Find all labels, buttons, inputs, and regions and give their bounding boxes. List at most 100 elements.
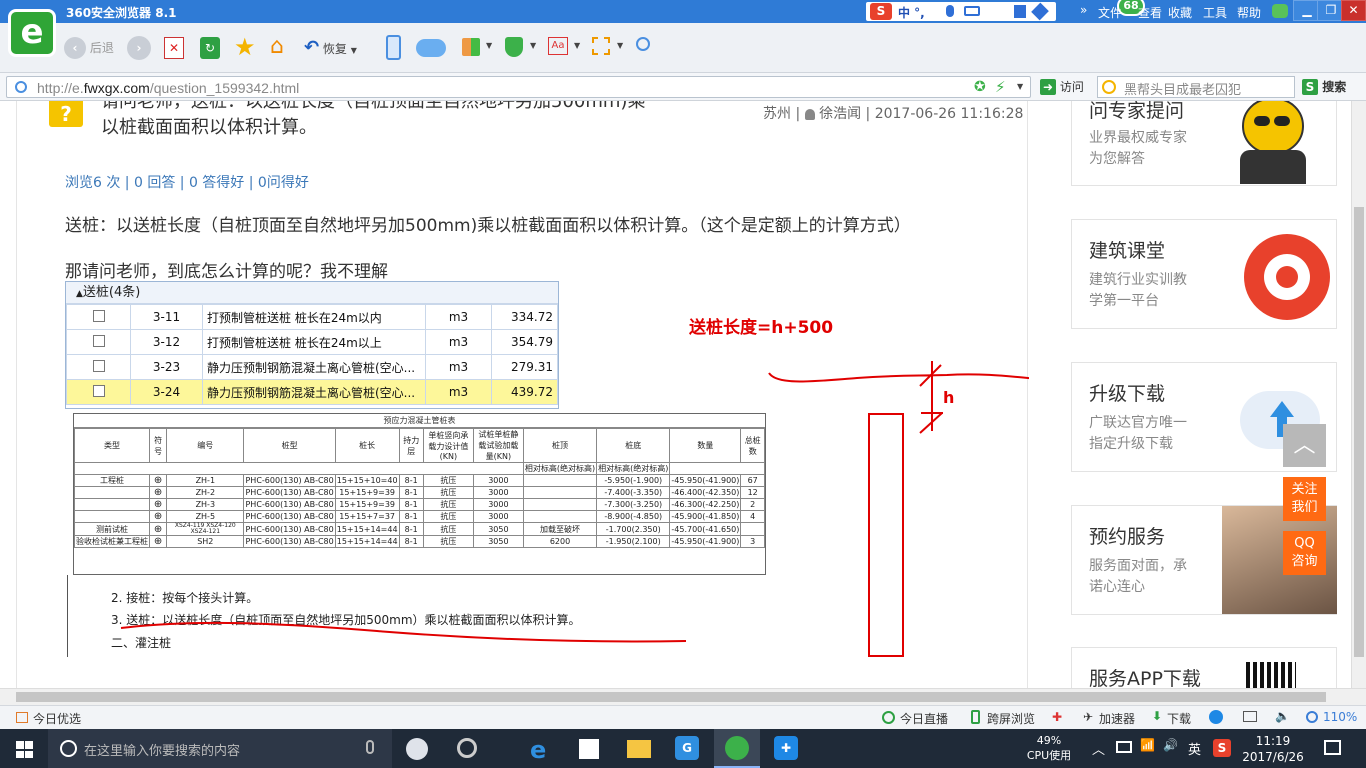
visit-label: 访问 <box>1059 80 1084 94</box>
apps-grid-icon[interactable] <box>462 38 480 56</box>
dropdown-arrow-icon[interactable]: ▼ <box>574 41 580 50</box>
store-icon[interactable] <box>579 739 599 759</box>
close-button[interactable]: ✕ <box>1341 0 1366 21</box>
folder-icon[interactable] <box>627 740 651 758</box>
zoom-icon <box>1306 711 1318 723</box>
search-icon: S <box>1302 79 1318 95</box>
phone-icon[interactable] <box>386 35 401 60</box>
menu-view[interactable]: 查看 <box>1138 4 1162 21</box>
glodon-icon[interactable]: G <box>675 736 699 760</box>
sogou-tray-icon[interactable]: S <box>1213 739 1231 757</box>
back-to-top-button[interactable]: ︿ <box>1283 424 1326 467</box>
menu-file[interactable]: 文件 <box>1098 4 1122 21</box>
stop-icon[interactable]: ✕ <box>164 37 184 59</box>
tray-app-icon[interactable] <box>1116 741 1132 753</box>
windows-start-icon[interactable] <box>16 741 33 758</box>
app-plus-icon[interactable]: ✚ <box>774 736 798 760</box>
ground-line <box>768 372 1029 383</box>
shield-icon[interactable] <box>505 37 523 57</box>
back-label: 后退 <box>89 41 114 55</box>
taskbar: 在这里输入你要搜索的内容 e G ✚ 49% CPU使用 ︿ 📶 🔊 英 S 1… <box>0 729 1366 768</box>
screenshot-icon[interactable] <box>592 37 610 55</box>
sidebar-card-expert[interactable]: 问专家提问 业界最权威专家 为您解答 <box>1071 101 1337 186</box>
clock[interactable]: 11:19 2017/6/26 <box>1238 733 1308 765</box>
cpu-usage[interactable]: 49% CPU使用 <box>1024 733 1074 763</box>
cloud-icon[interactable] <box>416 39 446 57</box>
menu-tools[interactable]: 工具 <box>1203 4 1227 21</box>
more-chevron-icon[interactable]: » <box>1080 3 1087 17</box>
visit-button[interactable]: ➜ 访问 <box>1040 78 1084 95</box>
status-item-accelerator[interactable]: 加速器 <box>1099 710 1135 727</box>
window-icon[interactable] <box>1243 711 1257 722</box>
sogou-ime-bar[interactable]: S 中 °, <box>866 2 1056 21</box>
back-arrow-icon: ‹ <box>64 37 86 59</box>
home-icon[interactable]: ⌂ <box>270 34 284 59</box>
live-icon <box>882 711 895 724</box>
title-bar: e 360安全浏览器 8.1 S 中 °, » 68 文件 查看 收藏 工具 帮… <box>0 0 1366 57</box>
shirt-icon <box>1014 5 1026 18</box>
dropdown-arrow-icon[interactable]: ▼ <box>617 41 623 50</box>
status-item-live[interactable]: 今日直播 <box>900 710 948 727</box>
ime-indicator[interactable]: 英 <box>1188 739 1201 758</box>
dropdown-arrow-icon[interactable]: ▼ <box>530 41 536 50</box>
scroll-thumb[interactable] <box>1354 207 1364 657</box>
taskbar-search-input[interactable]: 在这里输入你要搜索的内容 <box>48 729 392 768</box>
restore-button[interactable]: ↶ 恢复 ▼ <box>304 36 357 60</box>
menu-favorites[interactable]: 收藏 <box>1168 4 1192 21</box>
download-icon: ⬇ <box>1152 709 1163 723</box>
dropdown-arrow-icon[interactable]: ▼ <box>486 41 492 50</box>
menu-help[interactable]: 帮助 <box>1237 4 1261 21</box>
dropdown-arrow-icon[interactable]: ▼ <box>1017 82 1023 91</box>
task-view-icon[interactable] <box>406 738 428 760</box>
active-browser-task[interactable] <box>714 729 760 768</box>
horizontal-scrollbar[interactable] <box>0 688 1366 705</box>
vertical-scrollbar[interactable] <box>1351 101 1366 688</box>
forward-arrow-icon[interactable]: › <box>127 36 151 60</box>
cpu-label: CPU使用 <box>1026 749 1072 762</box>
translate-icon[interactable]: Aa <box>548 37 568 55</box>
status-item-crossscreen[interactable]: 跨屏浏览 <box>987 710 1035 727</box>
search-input[interactable]: 黑帮头目成最老囚犯 <box>1097 76 1295 98</box>
cortana-circle-icon <box>60 740 77 757</box>
refresh-icon[interactable]: ↻ <box>200 37 220 59</box>
card-title: 升级下载 <box>1089 383 1166 405</box>
go-arrow-icon: ➜ <box>1040 79 1056 95</box>
qq-consult-button[interactable]: QQ 咨询 <box>1283 531 1326 575</box>
wrench-icon <box>1031 2 1049 21</box>
app-spiral-icon[interactable] <box>457 738 477 758</box>
browser-360-icon <box>725 736 749 760</box>
search-button[interactable]: S 搜索 <box>1302 78 1346 95</box>
url-input[interactable]: http://e.fwxgx.com/question_1599342.html… <box>6 76 1031 98</box>
speed-icon[interactable]: ✪ <box>974 79 986 95</box>
pile-rectangle <box>868 413 904 657</box>
card-title: 服务APP下载 <box>1089 668 1201 688</box>
zoom-search-icon[interactable] <box>636 37 650 51</box>
back-button[interactable]: ‹ 后退 <box>64 36 114 60</box>
lightning-icon[interactable]: ⚡ <box>995 78 1006 96</box>
sidebar-card-classroom[interactable]: 建筑课堂 建筑行业实训教 学第一平台 <box>1071 219 1337 329</box>
follow-us-button[interactable]: 关注 我们 <box>1283 477 1326 521</box>
zoom-level[interactable]: 110% <box>1323 710 1357 724</box>
speaker-icon[interactable]: 🔊 <box>1163 738 1178 752</box>
search-label: 搜索 <box>1322 80 1347 94</box>
hand-drawn-annotation <box>120 361 1029 657</box>
volume-icon[interactable]: 🔈 <box>1275 709 1290 723</box>
status-item-download[interactable]: 下载 <box>1167 710 1191 727</box>
sogou-icon: S <box>870 3 892 20</box>
window-title: 360安全浏览器 8.1 <box>66 6 177 20</box>
favorite-star-icon[interactable]: ★ <box>234 33 256 61</box>
expert-mascot-icon <box>1220 101 1328 184</box>
restore-label: 恢复 <box>322 42 347 56</box>
skin-icon[interactable] <box>1272 4 1288 18</box>
cpu-percent: 49% <box>1036 734 1062 747</box>
scroll-thumb[interactable] <box>16 692 1326 702</box>
shield-plus-icon[interactable]: ✚ <box>1052 710 1062 724</box>
edge-icon[interactable]: e <box>530 736 546 764</box>
today-picks-label[interactable]: 今日优选 <box>33 710 81 727</box>
tray-chevron-icon[interactable]: ︿ <box>1092 739 1105 758</box>
address-bar: http://e.fwxgx.com/question_1599342.html… <box>0 73 1366 101</box>
sidebar-card-app[interactable]: 服务APP下载 <box>1071 647 1337 688</box>
notification-center-icon[interactable] <box>1324 740 1341 755</box>
wifi-icon[interactable]: 📶 <box>1140 738 1155 752</box>
ie-icon[interactable] <box>1209 710 1223 724</box>
